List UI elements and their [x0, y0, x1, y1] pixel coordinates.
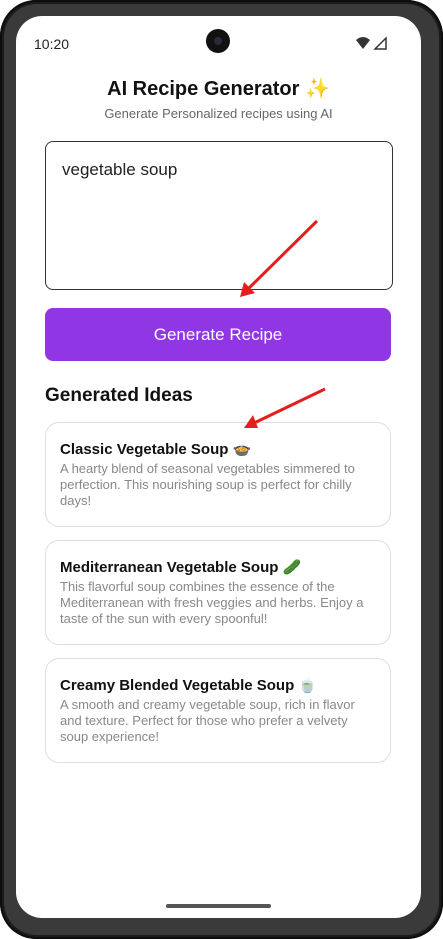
status-bar: 10:20 [16, 16, 421, 66]
signal-icon [373, 36, 387, 50]
app-subtitle: Generate Personalized recipes using AI [104, 106, 333, 121]
device-frame: 10:20 AI Recipe Generator ✨ Generate Per… [0, 0, 443, 939]
status-icons [356, 36, 387, 50]
generate-recipe-button[interactable]: Generate Recipe [45, 308, 391, 361]
status-time: 10:20 [34, 36, 70, 52]
recipe-card-title: Classic Vegetable Soup 🍲 [60, 441, 252, 458]
recipe-card[interactable]: Creamy Blended Vegetable Soup 🍵 A smooth… [45, 658, 391, 763]
app-screen: 10:20 AI Recipe Generator ✨ Generate Per… [16, 16, 421, 918]
recipe-prompt-value: vegetable soup [62, 160, 178, 179]
recipe-card-description: A smooth and creamy vegetable soup, rich… [60, 697, 355, 744]
camera-icon [206, 29, 230, 53]
wifi-icon [356, 37, 370, 49]
recipe-card[interactable]: Mediterranean Vegetable Soup 🥒 This flav… [45, 540, 391, 645]
generated-ideas-heading: Generated Ideas [45, 385, 193, 406]
recipe-prompt-input[interactable]: vegetable soup [45, 141, 393, 290]
recipe-card-title: Creamy Blended Vegetable Soup 🍵 [60, 677, 318, 694]
home-indicator[interactable] [166, 904, 271, 908]
app-title: AI Recipe Generator ✨ [107, 78, 330, 100]
recipe-card[interactable]: Classic Vegetable Soup 🍲 A hearty blend … [45, 422, 391, 527]
recipe-card-description: This flavorful soup combines the essence… [60, 579, 364, 626]
recipe-card-description: A hearty blend of seasonal vegetables si… [60, 461, 355, 508]
recipe-card-title: Mediterranean Vegetable Soup 🥒 [60, 559, 302, 576]
